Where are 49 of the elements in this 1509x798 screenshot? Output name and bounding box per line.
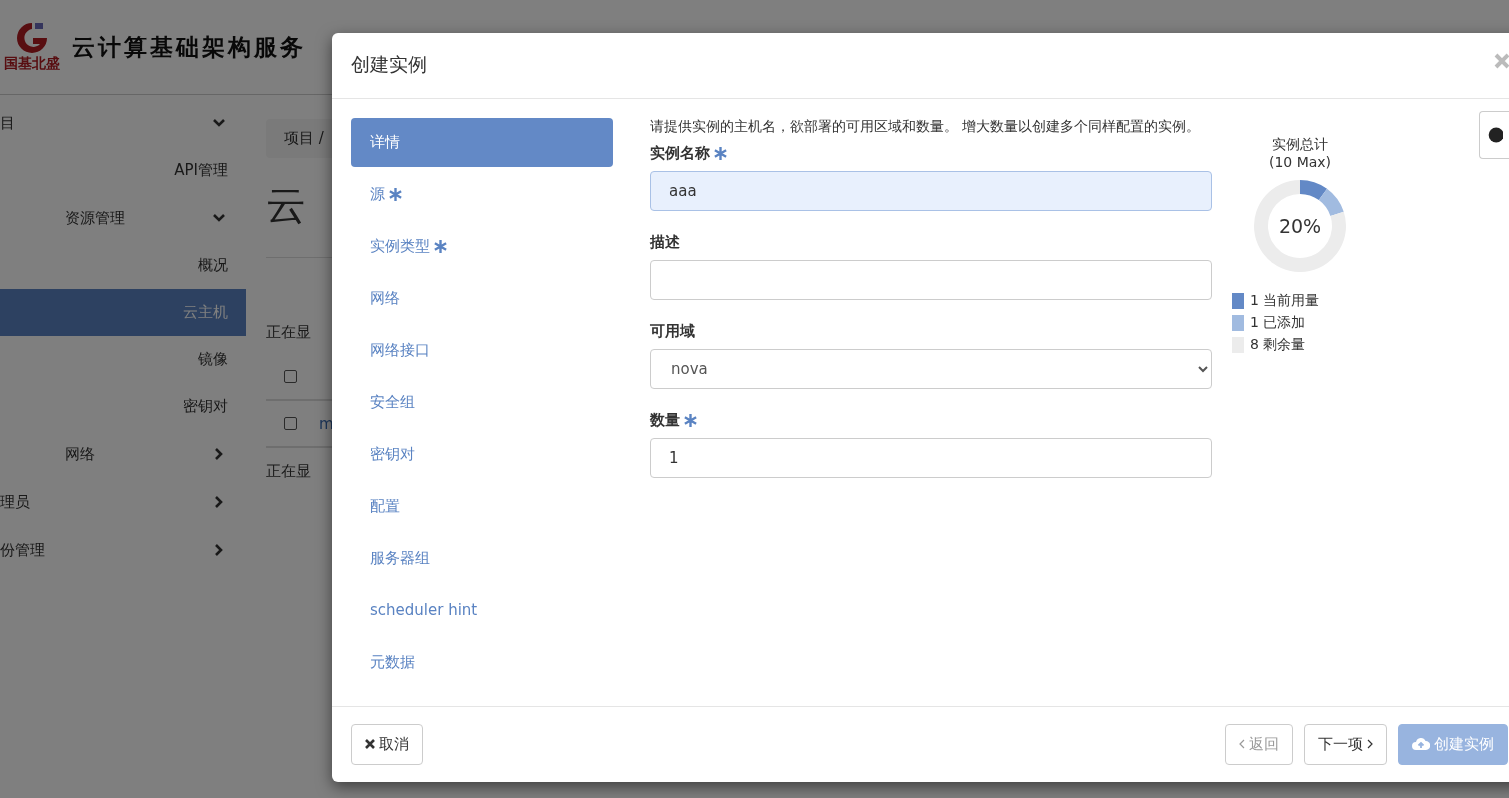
- wizard-step[interactable]: 详情: [351, 117, 613, 167]
- group-label: 目: [0, 113, 15, 133]
- group-label: 资源管理: [65, 208, 125, 228]
- wizard-step[interactable]: 网络接口: [351, 325, 613, 375]
- showing-text: 正在显: [266, 462, 311, 481]
- sidebar-group[interactable]: 网络: [0, 430, 246, 478]
- page-heading: 云: [266, 182, 306, 228]
- legend-label: 8 剩余量: [1250, 335, 1306, 354]
- legend-label: 1 当前用量: [1250, 291, 1320, 310]
- wizard-step[interactable]: 密钥对: [351, 429, 613, 479]
- sidebar-item[interactable]: 云主机: [0, 289, 246, 336]
- sidebar-group[interactable]: 理员: [0, 478, 246, 526]
- sidebar-group[interactable]: 份管理: [0, 526, 246, 574]
- field-label: 实例名称: [650, 143, 710, 163]
- sidebar-group[interactable]: 目: [0, 99, 246, 147]
- wizard-step[interactable]: 源: [351, 169, 613, 219]
- group-label: 网络: [65, 444, 95, 464]
- quota-title: 实例总计: [1272, 135, 1328, 154]
- modal-title: 创建实例: [351, 52, 427, 78]
- wizard-step[interactable]: 配置: [351, 481, 613, 531]
- sidebar-item[interactable]: 概况: [0, 242, 246, 289]
- field-label: 可用域: [650, 321, 695, 341]
- logo-text: 国基北盛: [4, 55, 60, 73]
- next-button[interactable]: 下一项: [1304, 723, 1387, 765]
- quota-max: (10 Max): [1268, 153, 1332, 170]
- group-label: 理员: [0, 492, 30, 512]
- percent-label: 20%: [1278, 214, 1322, 237]
- group-label: 份管理: [0, 540, 45, 560]
- showing-text: 正在显: [266, 323, 311, 342]
- field-label: 描述: [650, 232, 680, 252]
- wizard-step[interactable]: 服务器组: [351, 533, 613, 583]
- input-field[interactable]: 1: [650, 437, 1212, 478]
- intro-text: 请提供实例的主机名，欲部署的可用区域和数量。 增大数量以创建多个同样配置的实例。: [650, 117, 1202, 136]
- app-title: 云计算基础架构服务: [72, 31, 306, 62]
- sidebar-item[interactable]: API管理: [0, 147, 246, 194]
- wizard-step[interactable]: scheduler hint: [351, 585, 613, 635]
- sidebar-item[interactable]: 镜像: [0, 336, 246, 383]
- sidebar-item[interactable]: 密钥对: [0, 383, 246, 430]
- legend-label: 1 已添加: [1250, 313, 1306, 332]
- wizard-step[interactable]: 网络: [351, 273, 613, 323]
- table-link[interactable]: m: [319, 414, 334, 433]
- sidebar-group[interactable]: 资源管理: [0, 194, 246, 242]
- wizard-step[interactable]: 元数据: [351, 637, 613, 687]
- cancel-button[interactable]: 取消: [351, 723, 423, 765]
- wizard-step[interactable]: 实例类型: [351, 221, 613, 271]
- field-label: 数量: [650, 410, 680, 430]
- select-field[interactable]: nova: [650, 348, 1212, 389]
- wizard-step[interactable]: 安全组: [351, 377, 613, 427]
- input-field[interactable]: aaa: [650, 170, 1212, 211]
